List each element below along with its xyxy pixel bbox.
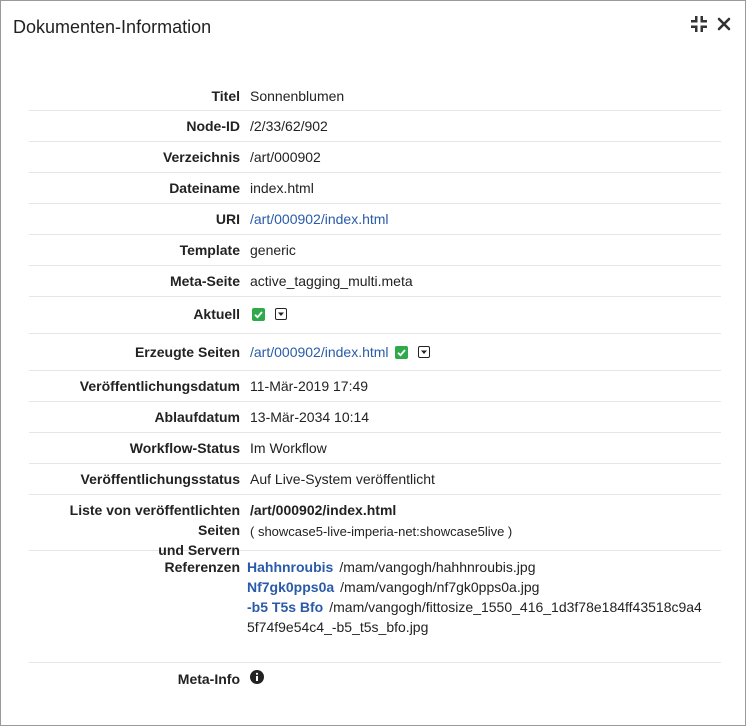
reference-path: /mam/vangogh/hahhnroubis.jpg — [339, 559, 536, 575]
value-node-id: /2/33/62/902 — [250, 118, 328, 134]
label-liste: Liste von veröffentlichten Seiten und Se… — [29, 500, 250, 558]
row-meta-seite: Meta-Seite active_tagging_multi.meta — [29, 266, 721, 297]
value-meta-seite: active_tagging_multi.meta — [250, 273, 413, 289]
row-node-id: Node-ID /2/33/62/902 — [29, 111, 721, 142]
row-veroeffentlichungsstatus: Veröffentlichungsstatus Auf Live-System … — [29, 464, 721, 495]
dialog-title: Dokumenten-Information — [13, 17, 212, 37]
row-uri: URI /art/000902/index.html — [29, 204, 721, 235]
value-workflow-status: Im Workflow — [250, 440, 327, 456]
erzeugte-seiten-link[interactable]: /art/000902/index.html — [250, 342, 389, 362]
label-erzeugte-seiten: Erzeugte Seiten — [134, 344, 240, 360]
reference-path: /mam/vangogh/nf7gk0pps0a.jpg — [340, 579, 540, 595]
reference-item: Hahhnroubis/mam/vangogh/hahhnroubis.jpg — [247, 557, 721, 577]
label-node-id: Node-ID — [186, 118, 240, 134]
uri-link[interactable]: /art/000902/index.html — [250, 209, 721, 229]
label-titel: Titel — [211, 88, 240, 104]
value-veroeffentlichungsstatus: Auf Live-System veröffentlicht — [250, 471, 435, 487]
label-dateiname: Dateiname — [169, 180, 240, 196]
value-veroeffentlichungsdatum: 11-Mär-2019 17:49 — [250, 378, 369, 394]
value-verzeichnis: /art/000902 — [250, 149, 321, 165]
liste-server: ( showcase5-live-imperia-net:showcase5li… — [250, 524, 513, 539]
label-meta-seite: Meta-Seite — [169, 273, 240, 289]
reference-name-link[interactable]: -b5 T5s Bfo — [247, 599, 323, 615]
reference-name-link[interactable]: Nf7gk0pps0a — [247, 579, 334, 595]
reference-name-link[interactable]: Hahhnroubis — [247, 559, 333, 575]
label-uri: URI — [215, 211, 240, 227]
row-erzeugte-seiten: Erzeugte Seiten /art/000902/index.html — [29, 334, 721, 371]
label-verzeichnis: Verzeichnis — [162, 149, 240, 165]
liste-page: /art/000902/index.html — [250, 502, 397, 518]
row-verzeichnis: Verzeichnis /art/000902 — [29, 142, 721, 173]
dropdown-toggle-icon[interactable] — [417, 346, 430, 358]
value-ablaufdatum: 13-Mär-2034 10:14 — [250, 409, 370, 425]
compress-button[interactable] — [688, 15, 710, 37]
reference-path: /mam/vangogh/fittosize_1550_416_1d3f78e1… — [329, 599, 702, 615]
info-table: Titel Sonnenblumen Node-ID /2/33/62/902 … — [29, 80, 721, 703]
label-veroeffentlichungsdatum: Veröffentlichungsdatum — [79, 378, 240, 394]
dialog-titlebar: Dokumenten-Information — [1, 1, 745, 53]
row-ablaufdatum: Ablaufdatum 13-Mär-2034 10:14 — [29, 402, 721, 433]
row-veroeffentlichungsdatum: Veröffentlichungsdatum 11-Mär-2019 17:49 — [29, 371, 721, 402]
close-button[interactable] — [713, 15, 735, 37]
reference-path-continued: 5f74f9e54c4_-b5_t5s_bfo.jpg — [247, 619, 429, 635]
value-dateiname: index.html — [250, 180, 314, 196]
row-workflow-status: Workflow-Status Im Workflow — [29, 433, 721, 464]
row-meta-info: Meta-Info — [29, 663, 721, 703]
label-referenzen: Referenzen — [164, 559, 240, 575]
label-ablaufdatum: Ablaufdatum — [154, 409, 240, 425]
document-info-dialog: Dokumenten-Information Titel Sonnenblume… — [0, 0, 746, 726]
label-template: Template — [179, 242, 240, 258]
row-template: Template generic — [29, 235, 721, 266]
close-icon — [717, 17, 731, 36]
check-icon — [252, 307, 265, 321]
dropdown-toggle-icon[interactable] — [275, 308, 287, 320]
compress-icon — [690, 15, 708, 38]
label-meta-info: Meta-Info — [177, 671, 240, 687]
row-dateiname: Dateiname index.html — [29, 173, 721, 204]
row-liste: Liste von veröffentlichten Seiten und Se… — [29, 495, 721, 558]
row-aktuell: Aktuell — [29, 297, 721, 334]
check-icon — [394, 345, 408, 359]
label-veroeffentlichungsstatus: Veröffentlichungsstatus — [80, 471, 240, 487]
label-workflow-status: Workflow-Status — [129, 440, 240, 456]
row-titel: Titel Sonnenblumen — [29, 80, 721, 111]
reference-item: -b5 T5s Bfo/mam/vangogh/fittosize_1550_4… — [247, 597, 721, 617]
value-titel: Sonnenblumen — [250, 88, 345, 104]
info-icon[interactable] — [250, 669, 264, 689]
label-liste-line1: Liste von veröffentlichten Seiten — [69, 502, 240, 538]
row-referenzen: Referenzen Hahhnroubis/mam/vangogh/hahhn… — [29, 551, 721, 663]
label-aktuell: Aktuell — [193, 306, 240, 322]
reference-item: Nf7gk0pps0a/mam/vangogh/nf7gk0pps0a.jpg — [247, 577, 721, 597]
value-template: generic — [250, 242, 296, 258]
